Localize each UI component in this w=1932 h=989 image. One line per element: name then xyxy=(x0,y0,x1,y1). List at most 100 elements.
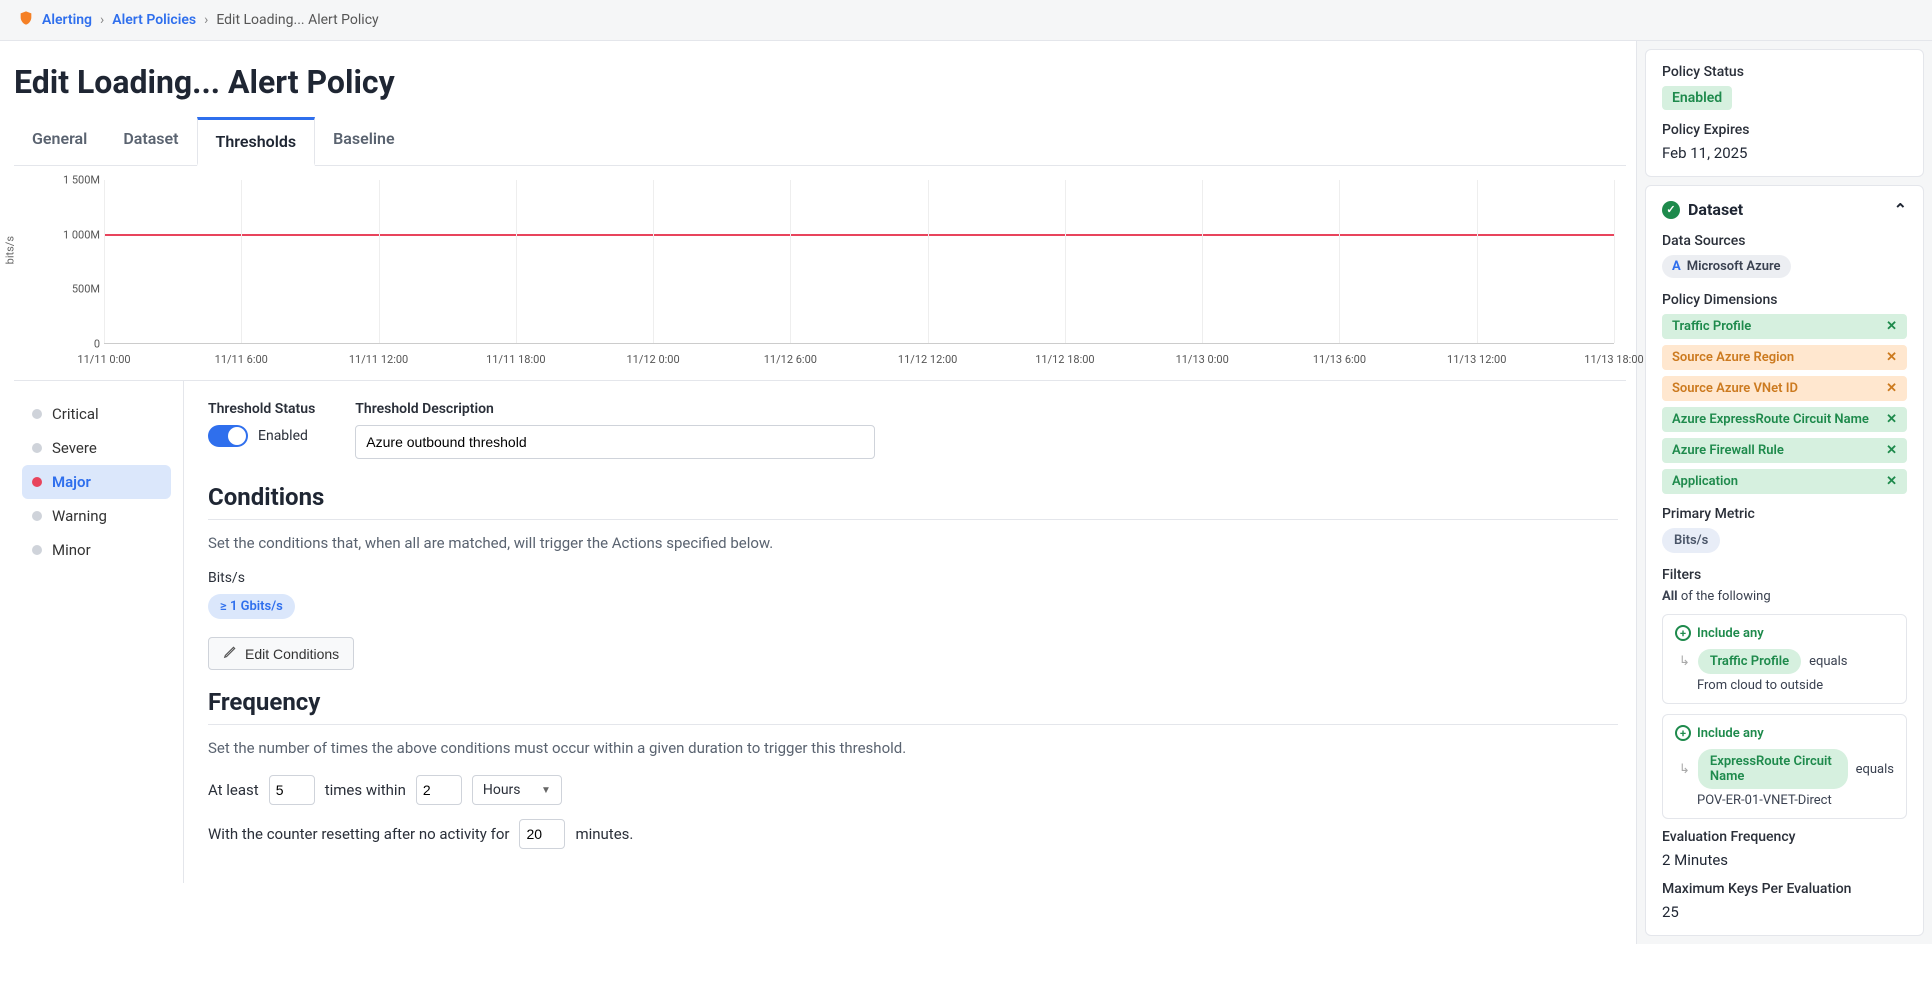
close-icon[interactable]: ✕ xyxy=(1886,319,1897,334)
freq-reset-prefix: With the counter resetting after no acti… xyxy=(208,825,509,843)
breadcrumb-root[interactable]: Alerting xyxy=(42,12,92,28)
chart-xtick: 11/12 18:00 xyxy=(1035,353,1094,366)
chevron-right-icon: › xyxy=(100,12,104,28)
chart-xtick: 11/12 6:00 xyxy=(764,353,817,366)
condition-chip: ≥ 1 Gbits/s xyxy=(208,594,295,619)
chevron-right-icon: › xyxy=(204,12,208,28)
chart-gridline xyxy=(1614,180,1615,343)
severity-dot-icon xyxy=(32,511,42,521)
filter-dimension-chip: Traffic Profile xyxy=(1698,649,1801,674)
dimension-label: Traffic Profile xyxy=(1672,319,1751,334)
tabs: General Dataset Thresholds Baseline xyxy=(14,117,1626,166)
chevron-up-icon: ⌃ xyxy=(1894,200,1907,219)
check-circle-icon: ✓ xyxy=(1662,201,1680,219)
breadcrumb-mid[interactable]: Alert Policies xyxy=(112,12,196,28)
chart-xtick: 11/13 12:00 xyxy=(1447,353,1506,366)
tab-baseline[interactable]: Baseline xyxy=(315,117,412,165)
freq-reset-input[interactable] xyxy=(519,819,565,849)
chevron-down-icon: ▼ xyxy=(541,785,551,796)
data-source-value: Microsoft Azure xyxy=(1687,259,1781,274)
dataset-header[interactable]: ✓ Dataset ⌃ xyxy=(1662,200,1907,219)
freq-duration-unit-value: Hours xyxy=(483,782,521,798)
close-icon[interactable]: ✕ xyxy=(1886,381,1897,396)
severity-dot-icon xyxy=(32,443,42,453)
severity-dot-icon xyxy=(32,477,42,487)
filter-head-label: Include any xyxy=(1697,626,1764,641)
dimension-label: Azure ExpressRoute Circuit Name xyxy=(1672,412,1869,427)
primary-metric-chip: Bits/s xyxy=(1662,528,1720,553)
condition-metric-label: Bits/s xyxy=(208,570,1618,586)
severity-item-warning[interactable]: Warning xyxy=(22,499,171,533)
filter-head-label: Include any xyxy=(1697,726,1764,741)
azure-icon: A xyxy=(1672,259,1681,274)
severity-dot-icon xyxy=(32,545,42,555)
threshold-status-toggle[interactable] xyxy=(208,425,248,447)
freq-duration-unit-select[interactable]: Hours ▼ xyxy=(472,775,562,805)
chart-gridline xyxy=(379,180,380,343)
filter-box: +Include any↳ExpressRoute Circuit Nameeq… xyxy=(1662,714,1907,819)
severity-item-minor[interactable]: Minor xyxy=(22,533,171,567)
severity-item-major[interactable]: Major xyxy=(22,465,171,499)
dimension-label: Application xyxy=(1672,474,1738,489)
dimension-chip: Azure Firewall Rule✕ xyxy=(1662,438,1907,463)
plus-circle-icon: + xyxy=(1675,725,1691,741)
severity-list: Critical Severe MajorWarningMinor xyxy=(14,381,184,883)
policy-status-badge: Enabled xyxy=(1662,86,1732,110)
tab-thresholds[interactable]: Thresholds xyxy=(197,117,316,166)
dataset-header-label: Dataset xyxy=(1688,200,1743,219)
breadcrumb: Alerting › Alert Policies › Edit Loading… xyxy=(0,0,1932,41)
severity-item-severe[interactable]: Severe xyxy=(22,431,171,465)
eval-freq-value: 2 Minutes xyxy=(1662,851,1907,869)
dimension-chip: Application ✕ xyxy=(1662,469,1907,494)
policy-expires-value: Feb 11, 2025 xyxy=(1662,144,1907,162)
freq-duration-input[interactable] xyxy=(416,775,462,805)
threshold-status-value: Enabled xyxy=(258,428,308,444)
close-icon[interactable]: ✕ xyxy=(1886,443,1897,458)
chart-xtick: 11/13 18:00 xyxy=(1584,353,1643,366)
edit-conditions-button[interactable]: Edit Conditions xyxy=(208,637,354,670)
close-icon[interactable]: ✕ xyxy=(1886,350,1897,365)
filter-value: POV-ER-01-VNET-Direct xyxy=(1697,793,1894,808)
tab-dataset[interactable]: Dataset xyxy=(105,117,196,165)
chart-xtick: 11/13 0:00 xyxy=(1176,353,1229,366)
dataset-card: ✓ Dataset ⌃ Data Sources A Microsoft Azu… xyxy=(1645,185,1924,936)
chart-threshold-line xyxy=(104,234,1614,236)
freq-count-input[interactable] xyxy=(269,775,315,805)
threshold-description-input[interactable] xyxy=(355,425,875,459)
edit-conditions-label: Edit Conditions xyxy=(245,646,339,662)
tab-general[interactable]: General xyxy=(14,117,105,165)
close-icon[interactable]: ✕ xyxy=(1886,474,1897,489)
filter-value: From cloud to outside xyxy=(1697,678,1894,693)
conditions-desc: Set the conditions that, when all are ma… xyxy=(208,534,1618,552)
chart-ytick: 1 500M xyxy=(50,174,100,187)
chart-plot-area xyxy=(104,180,1614,344)
filter-operator: equals xyxy=(1856,762,1894,777)
eval-freq-label: Evaluation Frequency xyxy=(1662,829,1907,845)
filters-mode-bold: All xyxy=(1662,589,1678,604)
close-icon[interactable]: ✕ xyxy=(1886,412,1897,427)
max-keys-value: 25 xyxy=(1662,903,1907,921)
severity-dot-icon xyxy=(32,409,42,419)
primary-metric-label: Primary Metric xyxy=(1662,506,1907,522)
data-sources-label: Data Sources xyxy=(1662,233,1907,249)
chart-gridline xyxy=(104,180,105,343)
data-source-chip: A Microsoft Azure xyxy=(1662,255,1791,278)
freq-times-within-label: times within xyxy=(325,781,406,799)
chart-gridline xyxy=(516,180,517,343)
pencil-icon xyxy=(223,645,237,662)
chart-gridline xyxy=(241,180,242,343)
conditions-title: Conditions xyxy=(208,483,1618,511)
filters-label: Filters xyxy=(1662,567,1907,583)
chart-xtick: 11/12 12:00 xyxy=(898,353,957,366)
severity-label: Severe xyxy=(52,439,97,457)
chart-gridline xyxy=(928,180,929,343)
dimension-label: Source Azure VNet ID xyxy=(1672,381,1798,396)
chart-y-axis-label: bits/s xyxy=(4,236,17,264)
filter-operator: equals xyxy=(1809,654,1847,669)
freq-reset-suffix: minutes. xyxy=(575,825,633,843)
breadcrumb-current: Edit Loading... Alert Policy xyxy=(216,12,378,28)
chart-gridline xyxy=(1202,180,1203,343)
severity-label: Critical xyxy=(52,405,99,423)
filter-dimension-chip: ExpressRoute Circuit Name xyxy=(1698,749,1848,789)
severity-item-critical[interactable]: Critical xyxy=(22,397,171,431)
